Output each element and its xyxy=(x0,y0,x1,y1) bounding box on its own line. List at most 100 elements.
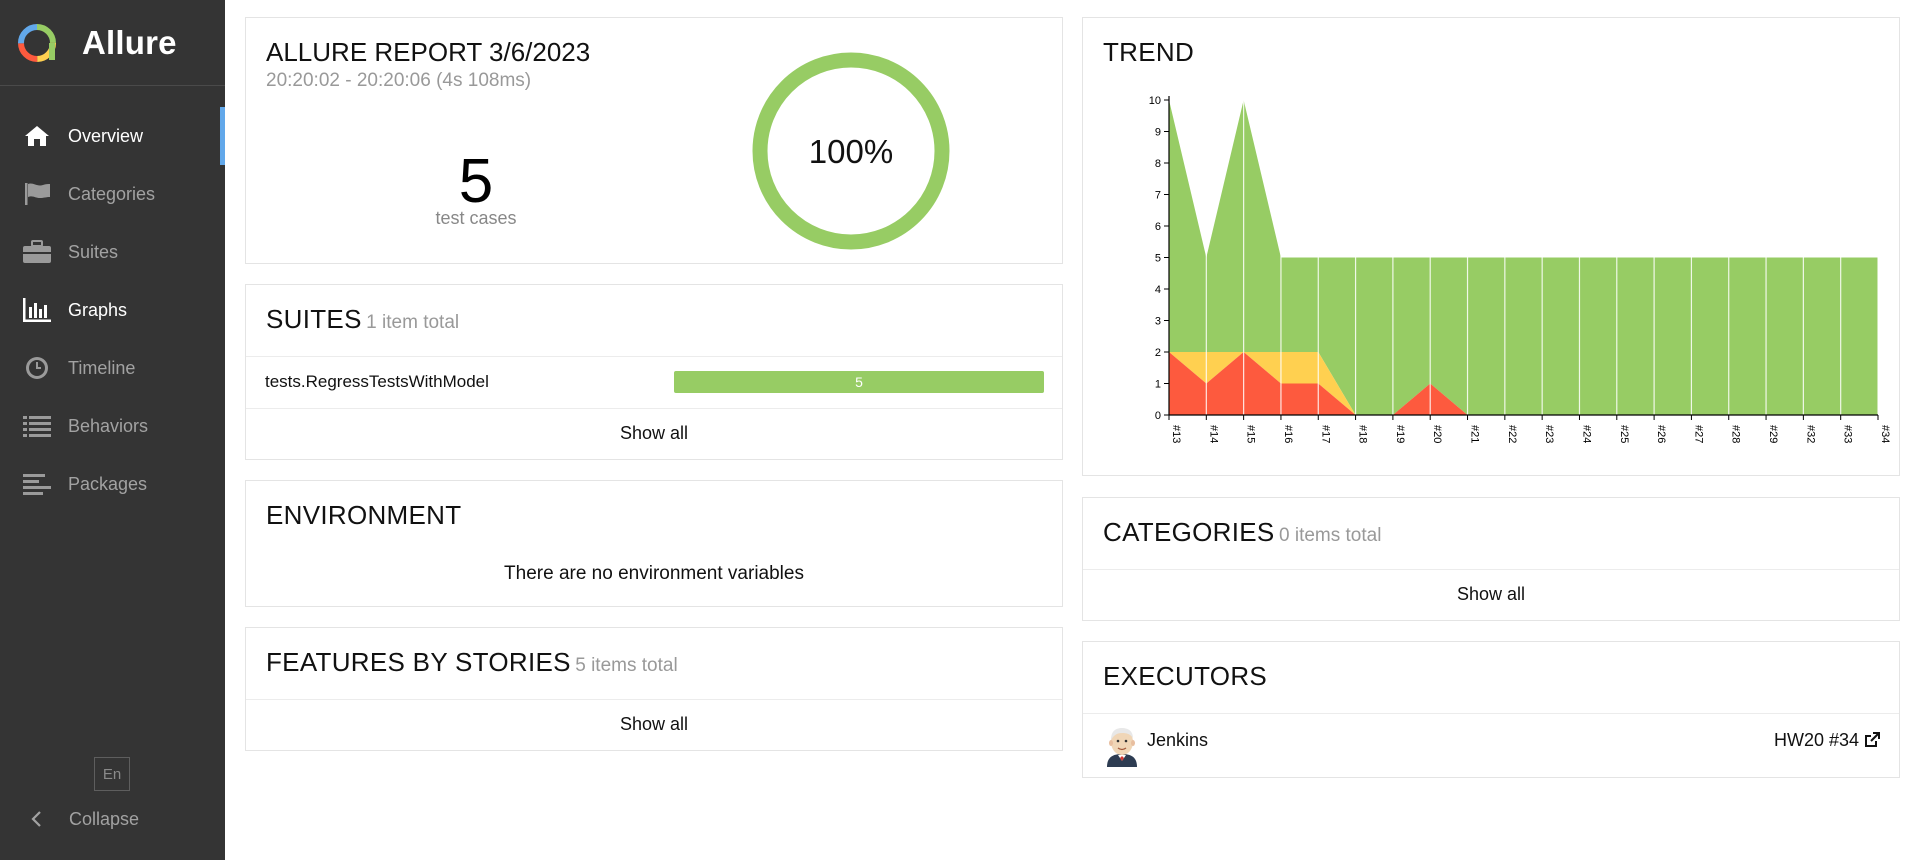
language-switch[interactable]: En xyxy=(94,757,130,791)
suite-status-bar: 5 xyxy=(674,371,1044,393)
success-donut-chart: 100% xyxy=(752,52,950,250)
trend-x-tick-label: #21 xyxy=(1469,425,1481,443)
executor-name: Jenkins xyxy=(1147,730,1209,750)
collapse-button[interactable]: Collapse xyxy=(0,802,225,836)
environment-header: ENVIRONMENT xyxy=(266,500,461,531)
sidebar-item-categories[interactable]: Categories xyxy=(0,165,225,223)
categories-title: CATEGORIES xyxy=(1103,517,1275,547)
trend-x-tick-label: #26 xyxy=(1655,425,1667,443)
trend-y-tick-label: 0 xyxy=(1155,410,1161,422)
executors-widget: EXECUTORS Jenkins HW20 #34 xyxy=(1082,641,1900,778)
suites-show-all-link[interactable]: Show all xyxy=(246,423,1062,444)
trend-y-tick-label: 4 xyxy=(1155,284,1161,296)
divider xyxy=(1083,713,1899,714)
collapse-label: Collapse xyxy=(69,808,140,829)
trend-y-tick-label: 10 xyxy=(1149,95,1161,107)
trend-x-tick-label: #14 xyxy=(1207,425,1219,443)
briefcase-icon xyxy=(21,236,53,268)
environment-widget: ENVIRONMENT There are no environment var… xyxy=(245,480,1063,607)
trend-x-tick-label: #19 xyxy=(1394,425,1406,443)
features-widget: FEATURES BY STORIES 5 items total Show a… xyxy=(245,627,1063,751)
environment-title: ENVIRONMENT xyxy=(266,500,462,530)
sidebar-item-label: Overview xyxy=(68,125,144,146)
suites-header: SUITES 1 item total xyxy=(266,304,459,335)
report-title: ALLURE REPORT 3/6/2023 xyxy=(266,37,591,67)
sidebar-item-label: Categories xyxy=(68,183,156,204)
sidebar-item-graphs[interactable]: Graphs xyxy=(0,281,225,339)
suites-widget: SUITES 1 item total tests.RegressTestsWi… xyxy=(245,284,1063,460)
trend-header: TREND xyxy=(1103,37,1194,68)
test-case-label: test cases xyxy=(435,208,517,228)
trend-x-tick-label: #18 xyxy=(1357,425,1369,443)
suite-name: tests.RegressTestsWithModel xyxy=(265,372,489,391)
trend-y-tick-label: 2 xyxy=(1155,347,1161,359)
list-icon xyxy=(21,410,53,442)
home-icon xyxy=(21,120,53,152)
clock-icon xyxy=(21,352,53,384)
divider xyxy=(246,408,1062,409)
features-count: 5 items total xyxy=(575,655,678,676)
brand-name: Allure xyxy=(82,23,177,61)
trend-y-tick-label: 1 xyxy=(1155,379,1161,391)
trend-x-tick-label: #32 xyxy=(1804,425,1816,443)
test-case-count: 5 xyxy=(458,147,494,216)
executors-header: EXECUTORS xyxy=(1103,661,1267,692)
donut-percent: 100% xyxy=(809,133,893,170)
sidebar-item-timeline[interactable]: Timeline xyxy=(0,339,225,397)
sidebar-item-packages[interactable]: Packages xyxy=(0,455,225,513)
bar-chart-icon xyxy=(21,294,53,326)
sidebar-item-label: Behaviors xyxy=(68,415,149,436)
report-time: 20:20:02 - 20:20:06 (4s 108ms) xyxy=(266,70,532,91)
trend-y-tick-label: 3 xyxy=(1155,316,1161,328)
allure-logo-icon xyxy=(18,23,56,62)
trend-y-tick-label: 8 xyxy=(1155,158,1161,170)
trend-x-tick-label: #25 xyxy=(1618,425,1630,443)
suites-count: 1 item total xyxy=(366,312,460,333)
executor-build-link[interactable]: HW20 #34 xyxy=(1774,730,1859,751)
features-header: FEATURES BY STORIES 5 items total xyxy=(266,647,678,678)
suite-passed-count: 5 xyxy=(855,374,863,390)
sidebar-item-label: Suites xyxy=(68,241,119,262)
sidebar-item-behaviors[interactable]: Behaviors xyxy=(0,397,225,455)
trend-x-tick-label: #23 xyxy=(1543,425,1555,443)
suite-row[interactable]: tests.RegressTestsWithModel 5 xyxy=(246,357,1062,408)
environment-empty-message: There are no environment variables xyxy=(504,563,804,584)
jenkins-avatar-icon xyxy=(1107,728,1137,767)
trend-x-tick-label: #27 xyxy=(1692,425,1704,443)
trend-x-tick-label: #17 xyxy=(1319,425,1331,443)
external-link-icon[interactable] xyxy=(1863,731,1881,749)
categories-header: CATEGORIES 0 items total xyxy=(1103,517,1381,548)
sidebar-item-overview[interactable]: Overview xyxy=(0,107,225,165)
sidebar-item-suites[interactable]: Suites xyxy=(0,223,225,281)
features-show-all-link[interactable]: Show all xyxy=(246,714,1062,735)
categories-count: 0 items total xyxy=(1279,525,1382,546)
trend-y-tick-label: 9 xyxy=(1155,127,1161,139)
divider xyxy=(1083,569,1899,570)
suites-title: SUITES xyxy=(266,304,362,334)
executors-title: EXECUTORS xyxy=(1103,661,1268,691)
categories-show-all-link[interactable]: Show all xyxy=(1083,584,1899,605)
trend-x-tick-label: #16 xyxy=(1282,425,1294,443)
divider xyxy=(246,699,1062,700)
sidebar-item-label: Graphs xyxy=(68,299,128,320)
features-title: FEATURES BY STORIES xyxy=(266,647,571,677)
trend-x-tick-label: #20 xyxy=(1431,425,1443,443)
trend-x-tick-label: #15 xyxy=(1245,425,1257,443)
trend-x-tick-label: #33 xyxy=(1842,425,1854,443)
trend-title: TREND xyxy=(1103,37,1195,67)
trend-y-tick-label: 6 xyxy=(1155,221,1161,233)
align-left-icon xyxy=(21,468,53,500)
trend-chart: 0 1 2 3 4 5 6 7 8 9 10 #13 #14 #15 #16 #17 #18 #19 #20 #21 #… xyxy=(1149,95,1891,443)
flag-icon xyxy=(21,178,53,210)
summary-widget: ALLURE REPORT 3/6/2023 20:20:02 - 20:20:… xyxy=(245,17,1063,264)
brand[interactable]: Allure xyxy=(0,0,225,86)
trend-y-tick-label: 5 xyxy=(1155,253,1161,265)
sidebar-item-label: Timeline xyxy=(68,357,136,378)
sidebar-item-label: Packages xyxy=(68,473,148,494)
trend-x-tick-label: #28 xyxy=(1730,425,1742,443)
chevron-left-icon xyxy=(26,809,46,829)
sidebar: Allure Overview Categories Suites Graphs xyxy=(0,0,225,860)
trend-x-tick-label: #24 xyxy=(1580,425,1592,443)
trend-x-tick-label: #34 xyxy=(1879,425,1891,443)
trend-x-tick-label: #22 xyxy=(1506,425,1518,443)
